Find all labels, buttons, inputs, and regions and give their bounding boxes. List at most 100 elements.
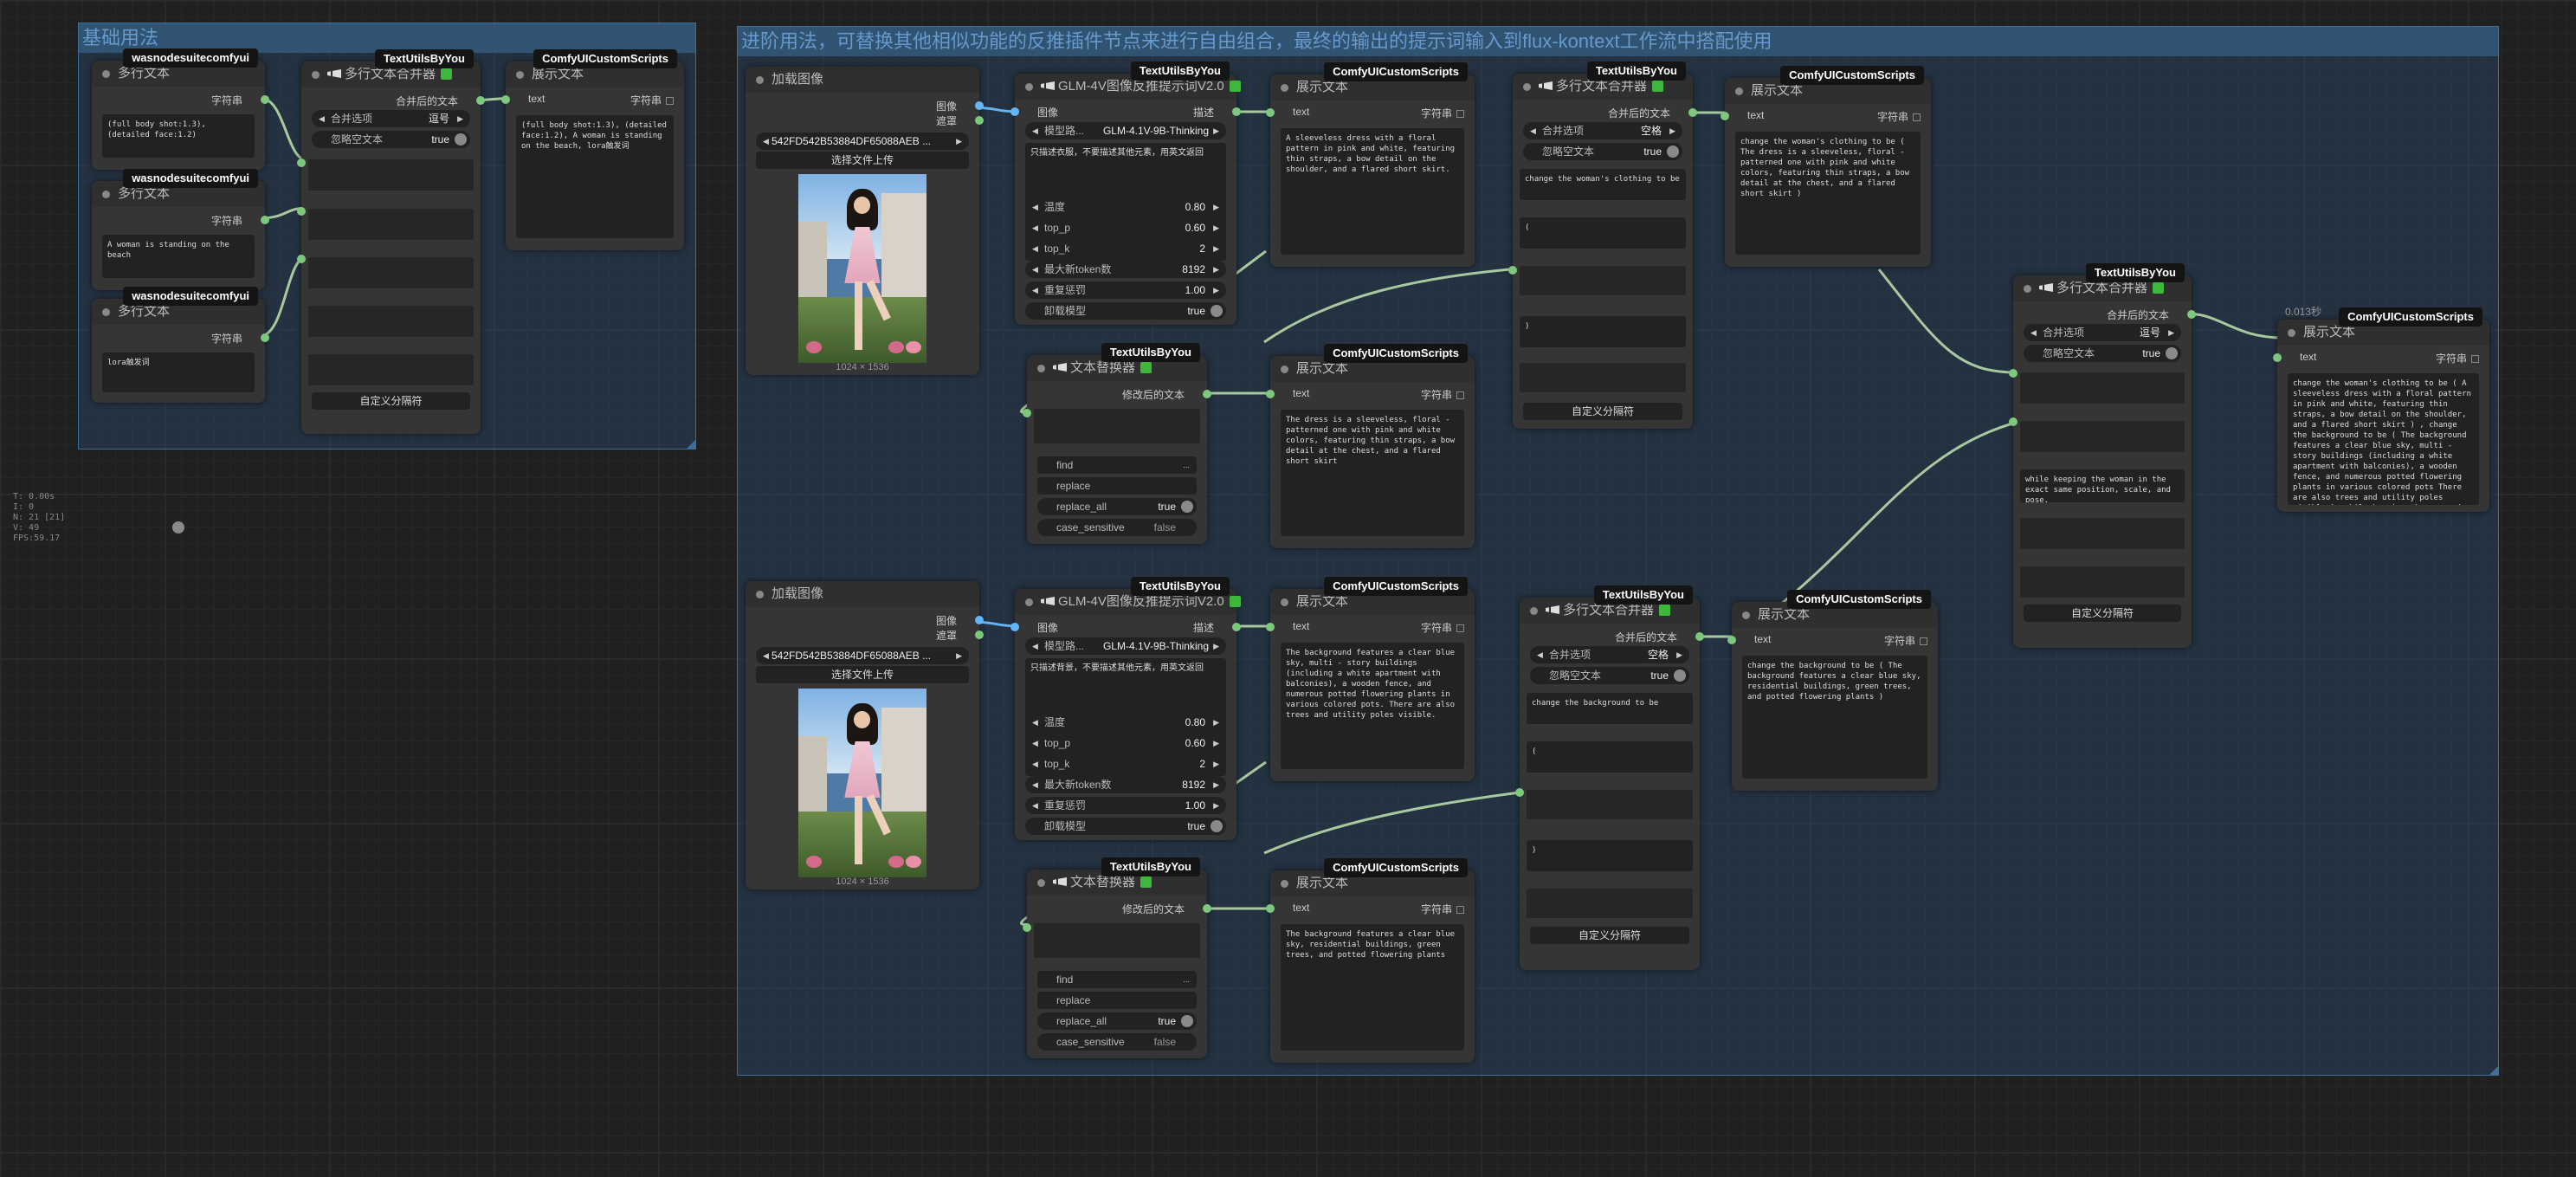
collapse-dot[interactable] [1281, 365, 1288, 373]
top-k-number[interactable]: ◀ top_k 2 ▶ [1025, 755, 1226, 773]
enabled-checkbox[interactable] [1229, 595, 1241, 607]
model-select[interactable]: ◀ 模型路... GLM-4.1V-9B-Thinking ▶ [1025, 122, 1226, 139]
input-slot[interactable] [1515, 788, 1524, 797]
arrow-left-icon[interactable]: ◀ [1032, 776, 1038, 793]
input-image-slot[interactable] [1010, 623, 1019, 631]
text-slot-box[interactable]: while keeping the woman in the exact sam… [2020, 469, 2185, 502]
node-text-merger-a[interactable]: 多行文本合并器 TextUtilsByYou 合并后的文本 ◀ 合并选项 空格 ▶ 忽… [1508, 61, 1697, 429]
output-mask-slot[interactable] [975, 116, 984, 125]
text-slot-box[interactable]: ) [1527, 840, 1693, 871]
text-slot-box[interactable] [2020, 566, 2185, 598]
custom-separator-input[interactable]: 自定义分隔符 [2024, 605, 2181, 622]
node-multiline-text-3[interactable]: 多行文本 wasnodesuitecomfyui 字符串 lora触发词 [92, 287, 269, 403]
text-slot-box[interactable] [1034, 923, 1200, 958]
case-sensitive-toggle[interactable]: case_sensitive false [1037, 1033, 1197, 1051]
ignore-empty-toggle[interactable]: 忽略空文本 true [312, 131, 470, 148]
top-k-number[interactable]: ◀ top_k 2 ▶ [1025, 240, 1226, 257]
collapse-dot[interactable] [1281, 84, 1288, 92]
image-preview[interactable] [798, 689, 926, 877]
text-slot-box[interactable] [2020, 421, 2185, 452]
text-slot-box[interactable]: ( [1527, 741, 1693, 773]
input-slot[interactable] [297, 158, 306, 167]
node-show-text-a2[interactable]: 展示文本 ComfyUICustomScripts text 字符串 The d… [1266, 344, 1475, 548]
node-text-merger-b[interactable]: 多行文本合并器 TextUtilsByYou 合并后的文本 ◀ 合并选项 空格 ▶ 忽… [1515, 585, 1704, 970]
output-slot[interactable] [261, 333, 269, 342]
collapse-dot[interactable] [756, 76, 764, 84]
node-text-merger-basic[interactable]: 多行文本合并器 TextUtilsByYou 合并后的文本 ◀ 合并选项 逗号 ▶ 忽… [297, 49, 485, 434]
input-slot[interactable] [1266, 623, 1275, 631]
arrow-right-icon[interactable]: ▶ [1669, 122, 1675, 139]
output-list-icon[interactable] [1913, 113, 1921, 121]
unload-model-toggle[interactable]: 卸载模型 true [1025, 818, 1226, 835]
input-slot[interactable] [1023, 923, 1031, 932]
text-input[interactable]: (full body shot:1.3), (detailed face:1.2… [102, 114, 255, 158]
collapse-dot[interactable] [2288, 329, 2295, 337]
collapse-dot[interactable] [1025, 83, 1033, 91]
arrow-left-icon[interactable]: ◀ [1032, 714, 1038, 731]
output-slot[interactable] [1695, 632, 1704, 641]
collapse-dot[interactable] [102, 191, 110, 198]
text-slot-box[interactable]: change the background to be [1527, 693, 1693, 724]
upload-button[interactable]: 选择文件上传 [756, 666, 969, 683]
text-input[interactable]: A woman is standing on the beach [102, 235, 255, 278]
node-show-text-a3[interactable]: 展示文本 ComfyUICustomScripts text 字符串 chang… [1721, 66, 1931, 267]
node-text-replacer-b[interactable]: 文本替换器 TextUtilsByYou 修改后的文本 find... repl… [1023, 857, 1211, 1058]
output-slot[interactable] [1232, 623, 1241, 631]
upload-button[interactable]: 选择文件上传 [756, 152, 969, 169]
output-slot[interactable] [261, 95, 269, 104]
merge-option-select[interactable]: ◀ 合并选项 空格 ▶ [1530, 646, 1689, 663]
input-slot[interactable] [1721, 112, 1729, 120]
toggle-knob[interactable] [1667, 146, 1679, 158]
arrow-right-icon[interactable]: ▶ [1676, 646, 1682, 663]
input-slot[interactable] [1266, 390, 1275, 398]
enabled-checkbox[interactable] [1229, 80, 1241, 92]
collapse-dot[interactable] [1281, 598, 1288, 606]
arrow-left-icon[interactable]: ◀ [1032, 734, 1038, 752]
output-slot[interactable] [476, 96, 485, 105]
arrow-left-icon[interactable]: ◀ [763, 133, 769, 150]
collapse-dot[interactable] [1025, 598, 1033, 606]
arrow-right-icon[interactable]: ▶ [1213, 734, 1219, 752]
text-slot-box[interactable] [2020, 518, 2185, 549]
arrow-right-icon[interactable]: ▶ [1213, 755, 1219, 773]
text-slot-box[interactable] [308, 209, 474, 240]
node-show-text-a1[interactable]: 展示文本 ComfyUICustomScripts text 字符串 A sle… [1266, 62, 1475, 267]
arrow-left-icon[interactable]: ◀ [1032, 219, 1038, 236]
arrow-left-icon[interactable]: ◀ [1032, 755, 1038, 773]
toggle-knob[interactable] [1211, 820, 1223, 832]
node-show-text-b2[interactable]: 展示文本 ComfyUICustomScripts text 字符串 The b… [1266, 858, 1475, 1063]
text-slot-box[interactable] [308, 354, 474, 385]
node-multiline-text-1[interactable]: 多行文本 wasnodesuitecomfyui 字符串 (full body … [92, 49, 269, 170]
text-slot-box[interactable] [2020, 372, 2185, 404]
arrow-right-icon[interactable]: ▶ [956, 647, 962, 664]
node-show-text-b3[interactable]: 展示文本 ComfyUICustomScripts text 字符串 chang… [1727, 590, 1938, 791]
collapse-dot[interactable] [1281, 880, 1288, 888]
collapse-dot[interactable] [1037, 365, 1045, 372]
collapse-dot[interactable] [1742, 611, 1750, 619]
output-list-icon[interactable] [1456, 624, 1464, 632]
text-slot-box[interactable]: ) [1520, 316, 1686, 347]
enabled-checkbox[interactable] [1659, 604, 1671, 616]
node-text-replacer-a[interactable]: 文本替换器 TextUtilsByYou 修改后的文本 find... repl… [172, 343, 1211, 544]
text-input[interactable]: lora触发词 [102, 352, 255, 392]
output-slot[interactable] [2187, 310, 2196, 319]
arrow-left-icon[interactable]: ◀ [1032, 261, 1038, 278]
node-glm4v-b[interactable]: GLM-4V图像反推提示词V2.0 TextUtilsByYou 图像 描述 ◀… [1010, 577, 1241, 840]
temperature-number[interactable]: ◀ 温度 0.80 ▶ [1025, 714, 1226, 731]
collapse-dot[interactable] [1037, 879, 1045, 887]
output-slot[interactable] [1688, 108, 1697, 117]
output-mask-slot[interactable] [975, 631, 984, 639]
input-slot[interactable] [297, 255, 306, 263]
collapse-dot[interactable] [102, 70, 110, 78]
node-show-text-b1[interactable]: 展示文本 ComfyUICustomScripts text 字符串 The b… [1266, 577, 1475, 781]
node-text-merger-final[interactable]: 多行文本合并器 TextUtilsByYou 合并后的文本 ◀ 合并选项 逗号 ▶ 忽… [2009, 263, 2196, 648]
arrow-left-icon[interactable]: ◀ [1032, 637, 1038, 655]
enabled-checkbox[interactable] [1140, 876, 1152, 888]
arrow-left-icon[interactable]: ◀ [1032, 122, 1038, 139]
ignore-empty-toggle[interactable]: 忽略空文本 true [2024, 345, 2181, 362]
text-slot-box[interactable] [308, 159, 474, 191]
input-slot[interactable] [2009, 369, 2018, 378]
custom-separator-input[interactable]: 自定义分隔符 [1523, 403, 1682, 420]
output-list-icon[interactable] [666, 97, 674, 105]
text-slot-box[interactable] [1527, 889, 1693, 918]
